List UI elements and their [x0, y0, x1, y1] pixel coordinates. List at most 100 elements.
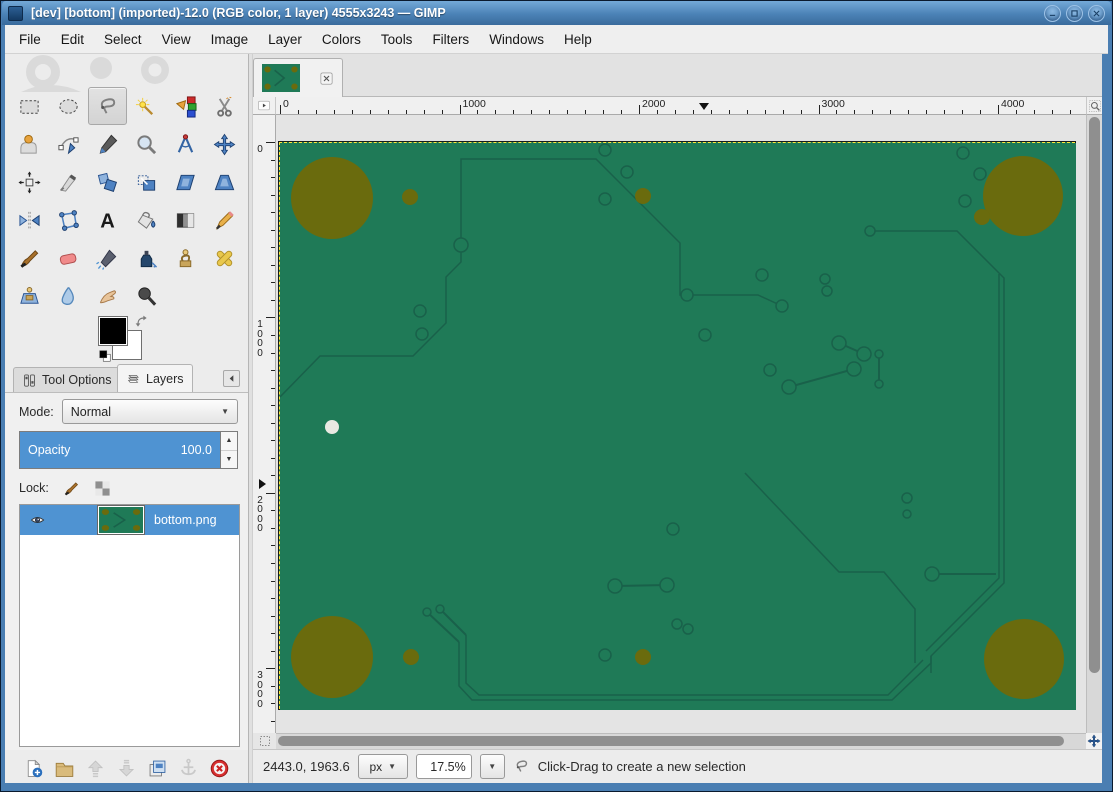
flip-tool-button[interactable] [10, 201, 49, 239]
dock-menu-icon [226, 373, 237, 384]
visibility-eye-icon[interactable] [28, 513, 47, 527]
menu-windows[interactable]: Windows [479, 28, 554, 51]
free-select-tool-button[interactable] [88, 87, 127, 125]
lock-pixels-icon[interactable] [63, 480, 80, 497]
maximize-button[interactable] [1066, 4, 1083, 22]
rotate-tool-button[interactable] [88, 163, 127, 201]
ruler-label: 0 [257, 144, 263, 155]
opacity-spinner[interactable]: ▲ ▼ [220, 432, 237, 468]
bucket-fill-tool-button[interactable] [127, 201, 166, 239]
tab-layers[interactable]: Layers [117, 364, 193, 392]
delete-layer-icon [209, 758, 230, 779]
spin-down-icon[interactable]: ▼ [221, 451, 237, 469]
image-tab[interactable] [253, 58, 343, 97]
select-by-color-tool-button[interactable] [166, 87, 205, 125]
menu-colors[interactable]: Colors [312, 28, 371, 51]
default-colors-icon[interactable] [98, 349, 112, 363]
cursor-position: 2443.0, 1963.6 [263, 759, 350, 774]
delete-layer-button[interactable] [207, 756, 232, 781]
scissors-select-tool-button[interactable] [205, 87, 244, 125]
vertical-scroll-thumb[interactable] [1089, 117, 1100, 674]
horizontal-scroll-thumb[interactable] [278, 736, 1064, 746]
menu-tools[interactable]: Tools [371, 28, 423, 51]
new-layer-button[interactable] [21, 756, 46, 781]
smudge-icon [96, 285, 119, 308]
move-tool-button[interactable] [205, 125, 244, 163]
lock-alpha-icon[interactable] [94, 480, 111, 497]
menu-select[interactable]: Select [94, 28, 152, 51]
rectangle-select-tool-button[interactable] [10, 87, 49, 125]
close-button[interactable] [1088, 4, 1105, 22]
blur-sharpen-tool-button[interactable] [49, 277, 88, 315]
menu-help[interactable]: Help [554, 28, 602, 51]
vertical-ruler[interactable]: 0 1 0 0 0 2 0 0 0 3 0 0 0 [253, 115, 276, 733]
fuzzy-select-tool-button[interactable] [127, 87, 166, 125]
paintbrush-tool-button[interactable] [10, 239, 49, 277]
ellipse-select-tool-button[interactable] [49, 87, 88, 125]
opacity-slider[interactable]: Opacity 100.0 ▲ ▼ [19, 431, 238, 469]
menu-image[interactable]: Image [201, 28, 259, 51]
menu-file[interactable]: File [9, 28, 51, 51]
minimize-icon [1048, 9, 1057, 18]
horizontal-ruler[interactable]: 0 1000 2000 3000 4000 [276, 97, 1086, 115]
heal-tool-button[interactable] [205, 239, 244, 277]
minimize-button[interactable] [1044, 4, 1061, 22]
foreground-select-tool-button[interactable] [10, 125, 49, 163]
foreground-color-swatch[interactable] [98, 316, 128, 346]
canvas-viewport[interactable] [276, 115, 1086, 733]
ruler-label: 4000 [1001, 98, 1025, 110]
zoom-input[interactable]: 17.5% [415, 754, 472, 779]
swap-colors-icon[interactable] [134, 314, 150, 330]
ink-tool-button[interactable] [127, 239, 166, 277]
dodge-burn-icon [135, 285, 158, 308]
menu-filters[interactable]: Filters [422, 28, 479, 51]
anchor-layer-button [176, 756, 201, 781]
tab-tool-options[interactable]: Tool Options [13, 367, 121, 392]
view-row: 0 1 0 0 0 2 0 0 0 3 0 0 0 [253, 115, 1102, 733]
ruler-corner-button[interactable] [253, 97, 276, 115]
cage-transform-tool-button[interactable] [49, 201, 88, 239]
pcb-image[interactable] [279, 142, 1076, 710]
vertical-scrollbar[interactable] [1086, 115, 1102, 733]
shear-tool-button[interactable] [166, 163, 205, 201]
titlebar[interactable]: [dev] [bottom] (imported)-12.0 (RGB colo… [2, 1, 1111, 25]
horizontal-scrollbar[interactable] [276, 733, 1086, 749]
new-group-button[interactable] [52, 756, 77, 781]
color-picker-tool-button[interactable] [88, 125, 127, 163]
airbrush-tool-button[interactable] [88, 239, 127, 277]
clone-tool-button[interactable] [166, 239, 205, 277]
dock-menu-button[interactable] [223, 370, 240, 387]
duplicate-layer-button[interactable] [145, 756, 170, 781]
new-group-icon [54, 758, 75, 779]
zoom-dropdown-button[interactable]: ▼ [479, 754, 505, 779]
scale-tool-button[interactable] [127, 163, 166, 201]
gradient-tool-button[interactable] [166, 201, 205, 239]
close-icon[interactable] [319, 71, 334, 86]
layer-mode-select[interactable]: Normal ▼ [61, 399, 238, 424]
alignment-tool-button[interactable] [10, 163, 49, 201]
measure-tool-button[interactable] [166, 125, 205, 163]
image-tab-strip [253, 54, 1102, 97]
smudge-tool-button[interactable] [88, 277, 127, 315]
navigation-button[interactable] [1086, 733, 1102, 749]
menu-layer[interactable]: Layer [258, 28, 312, 51]
corner-arrow-icon [256, 99, 272, 112]
perspective-tool-button[interactable] [205, 163, 244, 201]
layer-row[interactable]: bottom.png [20, 505, 239, 535]
menu-edit[interactable]: Edit [51, 28, 94, 51]
layer-name[interactable]: bottom.png [154, 513, 217, 527]
dodge-burn-tool-button[interactable] [127, 277, 166, 315]
zoom-follow-button[interactable] [1086, 97, 1102, 115]
menu-view[interactable]: View [152, 28, 201, 51]
pencil-tool-button[interactable] [205, 201, 244, 239]
perspective-clone-tool-button[interactable] [10, 277, 49, 315]
text-tool-button[interactable]: A [88, 201, 127, 239]
unit-select[interactable]: px ▼ [357, 754, 408, 779]
zoom-tool-button[interactable] [127, 125, 166, 163]
paths-tool-button[interactable] [49, 125, 88, 163]
eraser-tool-button[interactable] [49, 239, 88, 277]
crop-tool-button[interactable] [49, 163, 88, 201]
gradient-icon [174, 209, 197, 232]
spin-up-icon[interactable]: ▲ [221, 432, 237, 451]
quickmask-toggle[interactable] [253, 733, 276, 749]
